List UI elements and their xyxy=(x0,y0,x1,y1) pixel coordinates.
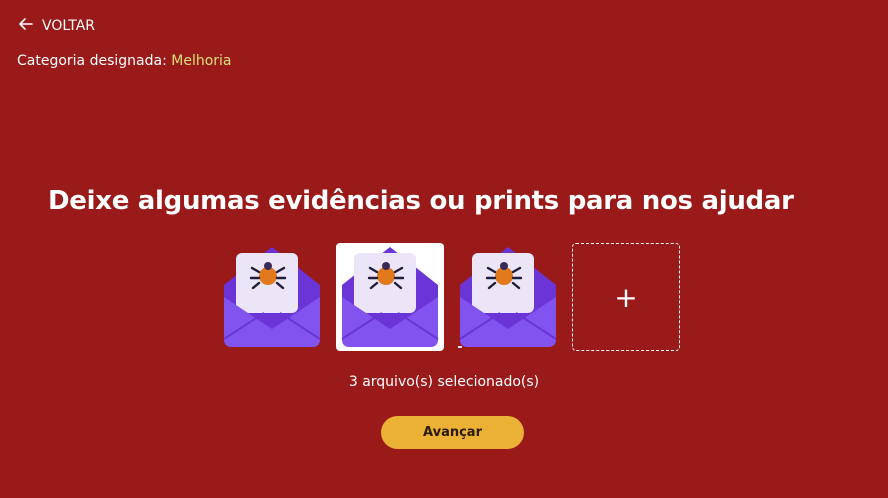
back-label: VOLTAR xyxy=(42,18,95,34)
add-attachment-button[interactable]: + xyxy=(572,243,680,351)
next-button[interactable]: Avançar xyxy=(381,416,524,449)
category-value: Melhoria xyxy=(171,53,232,69)
bug-envelope-icon xyxy=(459,247,557,347)
selection-status: 3 arquivo(s) selecionado(s) xyxy=(348,374,540,390)
arrow-left-icon xyxy=(18,16,34,36)
category-info: Categoria designada: Melhoria xyxy=(17,53,232,69)
thumbnail-caption xyxy=(458,346,462,348)
attachment-thumbnail[interactable] xyxy=(218,243,326,351)
attachment-thumbnail[interactable] xyxy=(336,243,444,351)
back-button[interactable]: VOLTAR xyxy=(18,16,95,36)
attachments-list: + xyxy=(218,243,680,351)
bug-envelope-icon xyxy=(341,247,439,347)
page-title: Deixe algumas evidências ou prints para … xyxy=(48,186,794,216)
bug-envelope-icon xyxy=(223,247,321,347)
plus-icon: + xyxy=(614,280,638,314)
category-label: Categoria designada: xyxy=(17,53,167,69)
attachment-thumbnail[interactable] xyxy=(454,243,562,351)
